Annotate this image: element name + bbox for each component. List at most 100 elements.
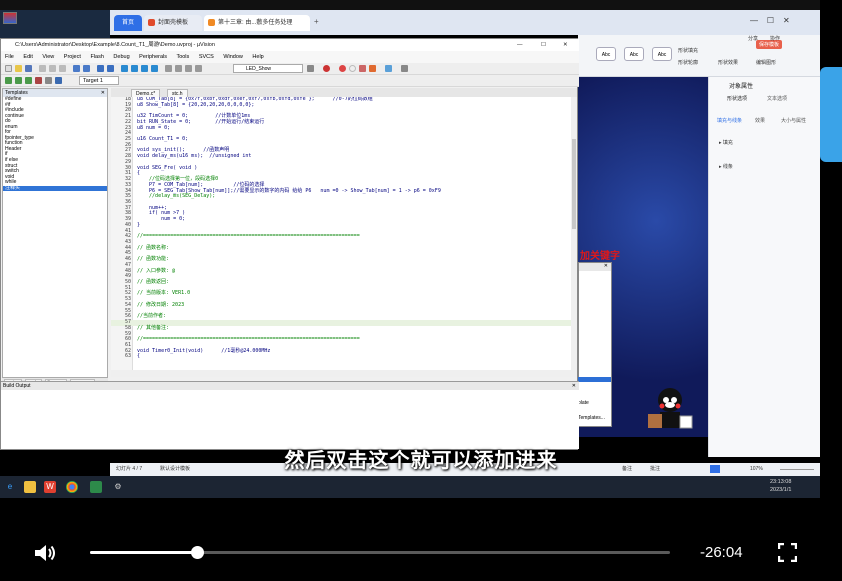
new-tab-icon[interactable]: +: [314, 17, 319, 26]
comment-icon[interactable]: [185, 65, 192, 72]
volume-icon[interactable]: [33, 542, 57, 564]
indent-icon[interactable]: [165, 65, 172, 72]
find-target-combo[interactable]: LED_Show: [233, 64, 303, 73]
code-line[interactable]: 25 u16 Count_T1 = 0;: [111, 136, 571, 143]
side-blue-tile[interactable]: [820, 67, 842, 162]
download-icon[interactable]: [55, 77, 62, 84]
rebuild-icon[interactable]: [25, 77, 32, 84]
tab-chapter[interactable]: 第十三章: 由...敷多任务处理: [204, 15, 310, 31]
menu-project[interactable]: Project: [64, 54, 81, 60]
unindent-icon[interactable]: [175, 65, 182, 72]
nav-forward-icon[interactable]: [107, 65, 114, 72]
menu-help[interactable]: Help: [252, 54, 263, 60]
fullscreen-icon[interactable]: [778, 543, 797, 562]
menu-window[interactable]: Window: [223, 54, 243, 60]
config-icon[interactable]: [401, 65, 408, 72]
new-file-icon[interactable]: [5, 65, 12, 72]
menu-debug[interactable]: Debug: [113, 54, 129, 60]
breakpoint-icon[interactable]: [339, 65, 346, 72]
window-layout-icon[interactable]: [385, 65, 392, 72]
fill-row[interactable]: ▸ 填充: [719, 139, 733, 146]
code-line[interactable]: 28 void delay_ms(u16 ms); //unsigned int: [111, 153, 571, 160]
desktop-app-icon[interactable]: [3, 12, 17, 24]
code-line[interactable]: 42//====================================…: [111, 234, 571, 240]
code-line[interactable]: 47: [111, 262, 571, 269]
uncomment-icon[interactable]: [195, 65, 202, 72]
copy-icon[interactable]: [49, 65, 56, 72]
close-icon[interactable]: ✕: [783, 16, 790, 25]
paste-icon[interactable]: [59, 65, 66, 72]
breakpoint-clear-icon[interactable]: [359, 65, 366, 72]
menu-view[interactable]: View: [42, 54, 54, 60]
tab-home[interactable]: 首页: [114, 15, 142, 31]
code-line[interactable]: 40}: [111, 222, 571, 229]
dialog-selected-row[interactable]: [578, 377, 611, 382]
chrome-icon[interactable]: [66, 481, 78, 493]
menu-edit[interactable]: Edit: [23, 54, 32, 60]
open-icon[interactable]: [15, 65, 22, 72]
redo-icon[interactable]: [83, 65, 90, 72]
bookmark-icon[interactable]: [121, 65, 128, 72]
code-line[interactable]: 56//当前作者:: [111, 314, 571, 320]
stop-build-icon[interactable]: [45, 77, 52, 84]
code-line[interactable]: 60//====================================…: [111, 336, 571, 343]
code-line[interactable]: 62 void Timer0_Init(void) //1毫秒@24.000MHz: [111, 348, 571, 355]
code-line[interactable]: 57: [111, 320, 571, 326]
wps-taskbar-icon[interactable]: W: [44, 481, 56, 493]
settings-taskbar-icon[interactable]: ⚙: [112, 481, 124, 493]
uv-close-icon[interactable]: ✕: [563, 39, 568, 51]
template-item[interactable]: 注释头: [3, 185, 107, 192]
editor-scroll-thumb[interactable]: [572, 139, 576, 229]
subtab-size[interactable]: 大小与属性: [781, 117, 806, 124]
undo-icon[interactable]: [73, 65, 80, 72]
code-line[interactable]: 50// 函数返回:: [111, 279, 571, 286]
code-line[interactable]: 55: [111, 308, 571, 315]
code-line[interactable]: 63 {: [111, 354, 571, 360]
breakpoint-kill-icon[interactable]: [369, 65, 376, 72]
debug-start-icon[interactable]: [323, 65, 330, 72]
save-icon[interactable]: [25, 65, 32, 72]
shape-style-2[interactable]: Abc: [624, 47, 644, 61]
build-output-close-icon[interactable]: ✕: [572, 382, 579, 390]
code-line[interactable]: 49: [111, 274, 571, 280]
progress-knob[interactable]: [190, 546, 204, 559]
target-select[interactable]: Target 1: [79, 76, 119, 85]
shape-style-3[interactable]: Abc: [652, 47, 672, 61]
code-line[interactable]: 46// 函数功能:: [111, 256, 571, 263]
nav-back-icon[interactable]: [97, 65, 104, 72]
code-line[interactable]: 22 bit RUN_State = 0; //开始运行/结束运行: [111, 119, 571, 126]
code-line[interactable]: 35 //delay_ms(SEG_Delay);: [111, 193, 571, 200]
menu-peripherals[interactable]: Peripherals: [139, 54, 167, 60]
uv-minimize-icon[interactable]: —: [517, 39, 523, 51]
bookmark-clear-icon[interactable]: [151, 65, 158, 72]
subtab-effect[interactable]: 效果: [755, 117, 765, 124]
menu-flash[interactable]: Flash: [90, 54, 103, 60]
code-line[interactable]: 48// 入口参数: @: [111, 268, 571, 275]
explorer-icon[interactable]: [24, 481, 36, 493]
bookmark-prev-icon[interactable]: [131, 65, 138, 72]
batch-build-icon[interactable]: [35, 77, 42, 84]
code-line[interactable]: 36: [111, 199, 571, 206]
tab-text-options[interactable]: 文本选项: [767, 95, 787, 102]
minimize-icon[interactable]: —: [750, 16, 758, 25]
uv-maximize-icon[interactable]: ☐: [541, 39, 546, 51]
menu-tools[interactable]: Tools: [176, 54, 189, 60]
code-editor[interactable]: 18 u8 COM_Tab[8] = {0x7f,0xbf,0xdf,0xef,0…: [111, 97, 571, 370]
code-line[interactable]: 44// 函数名称:: [111, 245, 571, 252]
maximize-icon[interactable]: ☐: [767, 16, 774, 25]
code-line[interactable]: 19 u8 Show_Tab[8] = {20,20,20,20,0,0,0,0}…: [111, 102, 571, 109]
code-line[interactable]: 23 u8 num = 0;: [111, 125, 571, 132]
code-line[interactable]: 43: [111, 239, 571, 246]
templates-close-icon[interactable]: ✕: [101, 89, 107, 97]
editor-tab-stch[interactable]: stc.h: [167, 89, 188, 97]
line-row[interactable]: ▸ 线条: [719, 163, 733, 170]
translate-icon[interactable]: [5, 77, 12, 84]
build-icon[interactable]: [15, 77, 22, 84]
bookmark-next-icon[interactable]: [141, 65, 148, 72]
cut-icon[interactable]: [39, 65, 46, 72]
shape-fill-button[interactable]: 形状填充: [678, 47, 698, 54]
collab-button[interactable]: 协作: [770, 35, 780, 42]
subtab-fill-line[interactable]: 填充与线条: [717, 117, 742, 124]
shape-effect-button[interactable]: 形状效果: [718, 59, 738, 66]
menu-svcs[interactable]: SVCS: [199, 54, 214, 60]
